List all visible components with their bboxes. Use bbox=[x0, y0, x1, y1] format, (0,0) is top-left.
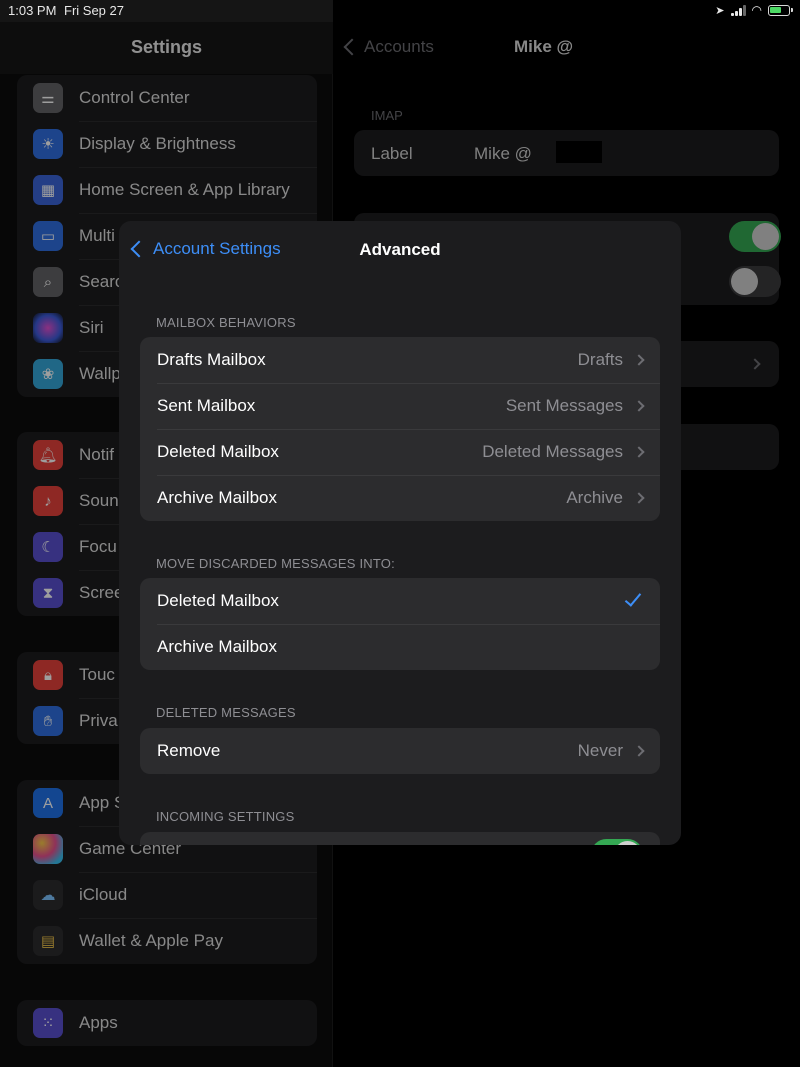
incoming-settings-header: INCOMING SETTINGS bbox=[156, 809, 295, 824]
chevron-right-icon bbox=[633, 446, 645, 458]
advanced-settings-sheet: Account Settings Advanced MAILBOX BEHAVI… bbox=[119, 221, 681, 845]
row-label: Drafts Mailbox bbox=[157, 350, 266, 369]
wifi-icon: ◠ bbox=[751, 3, 762, 17]
incoming-settings-group bbox=[140, 832, 660, 845]
deleted-mailbox-row[interactable]: Deleted Mailbox Deleted Messages bbox=[140, 429, 660, 475]
checkmark-icon bbox=[624, 589, 642, 607]
battery-charging-icon bbox=[768, 4, 793, 16]
back-label: Account Settings bbox=[153, 239, 281, 258]
chevron-right-icon bbox=[633, 400, 645, 412]
row-value: Drafts bbox=[577, 350, 623, 369]
location-icon: ➤ bbox=[715, 4, 725, 17]
archive-mailbox-row[interactable]: Archive Mailbox Archive bbox=[140, 475, 660, 521]
chevron-left-icon bbox=[130, 240, 148, 258]
row-value: Deleted Messages bbox=[482, 442, 623, 461]
chevron-right-icon bbox=[633, 745, 645, 757]
cellular-signal-icon bbox=[730, 4, 746, 16]
mailbox-behaviors-group: Drafts Mailbox Drafts Sent Mailbox Sent … bbox=[140, 337, 660, 521]
status-icons: ➤ ◠ bbox=[715, 3, 793, 17]
sent-mailbox-row[interactable]: Sent Mailbox Sent Messages bbox=[140, 383, 660, 429]
row-value: Never bbox=[577, 741, 623, 760]
mailbox-behaviors-header: MAILBOX BEHAVIORS bbox=[156, 315, 296, 330]
discard-to-archive-option[interactable]: Archive Mailbox bbox=[140, 624, 660, 670]
drafts-mailbox-row[interactable]: Drafts Mailbox Drafts bbox=[140, 337, 660, 383]
chevron-right-icon bbox=[633, 492, 645, 504]
row-label: Deleted Mailbox bbox=[157, 442, 279, 461]
incoming-ssl-toggle[interactable] bbox=[591, 839, 643, 845]
discarded-messages-header: MOVE DISCARDED MESSAGES INTO: bbox=[156, 556, 395, 571]
account-settings-back-button[interactable]: Account Settings bbox=[130, 239, 281, 259]
deleted-messages-group: Remove Never bbox=[140, 728, 660, 774]
row-value: Archive bbox=[566, 488, 623, 507]
row-value: Sent Messages bbox=[505, 396, 623, 415]
status-time: 1:03 PM bbox=[8, 3, 57, 18]
remove-row[interactable]: Remove Never bbox=[140, 728, 660, 774]
option-label: Archive Mailbox bbox=[157, 637, 277, 656]
row-label: Remove bbox=[157, 741, 221, 760]
row-label: Sent Mailbox bbox=[157, 396, 256, 415]
deleted-messages-header: DELETED MESSAGES bbox=[156, 705, 296, 720]
status-date: Fri Sep 27 bbox=[64, 3, 124, 18]
discarded-messages-group: Deleted Mailbox Archive Mailbox bbox=[140, 578, 660, 670]
status-bar: 1:03 PM Fri Sep 27 ➤ ◠ bbox=[0, 0, 800, 22]
option-label: Deleted Mailbox bbox=[157, 591, 279, 610]
chevron-right-icon bbox=[633, 354, 645, 366]
row-label: Archive Mailbox bbox=[157, 488, 277, 507]
discard-to-deleted-option[interactable]: Deleted Mailbox bbox=[140, 578, 660, 624]
